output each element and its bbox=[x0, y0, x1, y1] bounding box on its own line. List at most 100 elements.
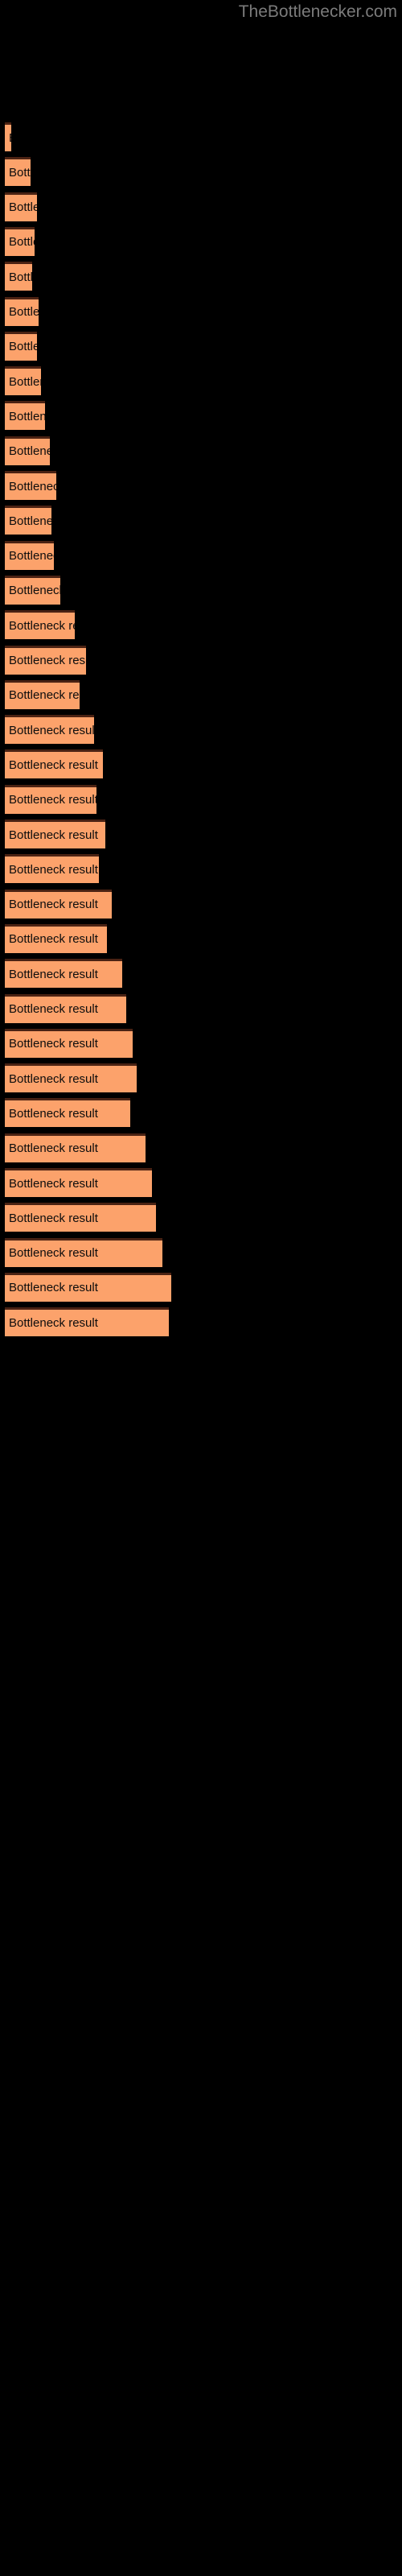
bar-27[interactable]: Bottleneck result bbox=[5, 1028, 133, 1058]
bar-label: Bottleneck result bbox=[9, 444, 50, 459]
bar-row: Bottleneck result bbox=[0, 506, 402, 535]
bar-label: Bottleneck result bbox=[9, 340, 37, 354]
bar-row: Bottleneck result bbox=[0, 1168, 402, 1197]
bar-label: Bottleneck result bbox=[9, 479, 56, 493]
bar-row: Bottleneck result bbox=[0, 1307, 402, 1337]
bar-33[interactable]: Bottleneck result bbox=[5, 1237, 162, 1267]
bar-34[interactable]: Bottleneck result bbox=[5, 1272, 171, 1302]
bar-label: Bottleneck result bbox=[9, 1106, 98, 1121]
bar-row: Bottleneck result bbox=[0, 226, 402, 256]
bar-1[interactable]: Bottleneck result bbox=[5, 122, 11, 151]
bar-8[interactable]: Bottleneck result bbox=[5, 366, 41, 396]
bar-row: Bottleneck result bbox=[0, 331, 402, 361]
bar-row: Bottleneck result bbox=[0, 157, 402, 187]
bar-label: Bottleneck result bbox=[9, 862, 98, 877]
bar-23[interactable]: Bottleneck result bbox=[5, 889, 112, 919]
bar-15[interactable]: Bottleneck result bbox=[5, 610, 75, 640]
bar-35[interactable]: Bottleneck result bbox=[5, 1307, 169, 1337]
bar-row: Bottleneck result bbox=[0, 366, 402, 396]
bar-row: Bottleneck result bbox=[0, 1133, 402, 1162]
bar-16[interactable]: Bottleneck result bbox=[5, 645, 86, 675]
bar-label: Bottleneck result bbox=[9, 1071, 98, 1086]
bar-row: Bottleneck result bbox=[0, 993, 402, 1023]
bar-3[interactable]: Bottleneck result bbox=[5, 192, 37, 221]
bar-13[interactable]: Bottleneck result bbox=[5, 540, 54, 570]
bar-label: Bottleneck result bbox=[9, 723, 94, 737]
bar-10[interactable]: Bottleneck result bbox=[5, 436, 50, 465]
bar-label: Bottleneck result bbox=[9, 1176, 98, 1191]
bar-label: Bottleneck result bbox=[9, 131, 11, 145]
bar-25[interactable]: Bottleneck result bbox=[5, 959, 122, 989]
bar-32[interactable]: Bottleneck result bbox=[5, 1203, 156, 1232]
bar-row: Bottleneck result bbox=[0, 889, 402, 919]
bar-6[interactable]: Bottleneck result bbox=[5, 296, 39, 326]
bar-label: Bottleneck result bbox=[9, 235, 35, 250]
bar-row: Bottleneck result bbox=[0, 1028, 402, 1058]
bar-row: Bottleneck result bbox=[0, 679, 402, 709]
bar-row: Bottleneck result bbox=[0, 1098, 402, 1128]
bar-label: Bottleneck result bbox=[9, 200, 37, 215]
bar-9[interactable]: Bottleneck result bbox=[5, 401, 45, 431]
bar-2[interactable]: Bottleneck result bbox=[5, 157, 31, 187]
bar-19[interactable]: Bottleneck result bbox=[5, 749, 103, 779]
bar-29[interactable]: Bottleneck result bbox=[5, 1098, 130, 1128]
bar-label: Bottleneck result bbox=[9, 688, 80, 703]
bar-row: Bottleneck result bbox=[0, 645, 402, 675]
bar-28[interactable]: Bottleneck result bbox=[5, 1063, 137, 1093]
bar-label: Bottleneck result bbox=[9, 514, 51, 528]
bar-label: Bottleneck result bbox=[9, 758, 98, 772]
bar-5[interactable]: Bottleneck result bbox=[5, 262, 32, 291]
bar-22[interactable]: Bottleneck result bbox=[5, 854, 99, 884]
bar-row: Bottleneck result bbox=[0, 296, 402, 326]
bar-row: Bottleneck result bbox=[0, 540, 402, 570]
bar-row: Bottleneck result bbox=[0, 1237, 402, 1267]
bar-label: Bottleneck result bbox=[9, 1211, 98, 1225]
bar-label: Bottleneck result bbox=[9, 305, 39, 319]
bar-row: Bottleneck result bbox=[0, 1272, 402, 1302]
bar-24[interactable]: Bottleneck result bbox=[5, 923, 107, 953]
bar-row: Bottleneck result bbox=[0, 436, 402, 465]
bar-row: Bottleneck result bbox=[0, 122, 402, 151]
bar-label: Bottleneck result bbox=[9, 584, 60, 598]
bar-row: Bottleneck result bbox=[0, 471, 402, 500]
bar-row: Bottleneck result bbox=[0, 959, 402, 989]
bar-row: Bottleneck result bbox=[0, 575, 402, 605]
bar-26[interactable]: Bottleneck result bbox=[5, 993, 126, 1023]
bar-label: Bottleneck result bbox=[9, 1002, 98, 1016]
bar-label: Bottleneck result bbox=[9, 932, 98, 947]
bar-label: Bottleneck result bbox=[9, 1281, 98, 1295]
bar-label: Bottleneck result bbox=[9, 549, 54, 564]
bottleneck-bar-chart: Bottleneck result Bottleneck result Bottle… bbox=[0, 0, 402, 2576]
bar-row: Bottleneck result bbox=[0, 749, 402, 779]
bar-label: Bottleneck result bbox=[9, 165, 31, 180]
bar-label: Bottleneck result bbox=[9, 270, 32, 284]
bar-21[interactable]: Bottleneck result bbox=[5, 819, 105, 848]
bar-label: Bottleneck result bbox=[9, 1246, 98, 1261]
bar-label: Bottleneck result bbox=[9, 793, 96, 807]
bar-14[interactable]: Bottleneck result bbox=[5, 575, 60, 605]
bar-row: Bottleneck result bbox=[0, 1203, 402, 1232]
bar-label: Bottleneck result bbox=[9, 1315, 98, 1330]
bar-label: Bottleneck result bbox=[9, 898, 98, 912]
bar-label: Bottleneck result bbox=[9, 409, 45, 423]
bar-label: Bottleneck result bbox=[9, 374, 41, 389]
bar-row: Bottleneck result bbox=[0, 854, 402, 884]
bar-31[interactable]: Bottleneck result bbox=[5, 1168, 152, 1197]
bar-7[interactable]: Bottleneck result bbox=[5, 331, 37, 361]
bar-12[interactable]: Bottleneck result bbox=[5, 506, 51, 535]
bar-30[interactable]: Bottleneck result bbox=[5, 1133, 146, 1162]
bar-4[interactable]: Bottleneck result bbox=[5, 226, 35, 256]
bar-row: Bottleneck result bbox=[0, 401, 402, 431]
bar-label: Bottleneck result bbox=[9, 1141, 98, 1156]
bar-label: Bottleneck result bbox=[9, 618, 75, 633]
bar-20[interactable]: Bottleneck result bbox=[5, 784, 96, 814]
bar-label: Bottleneck result bbox=[9, 828, 98, 842]
bar-label: Bottleneck result bbox=[9, 967, 98, 981]
bar-row: Bottleneck result bbox=[0, 923, 402, 953]
bar-18[interactable]: Bottleneck result bbox=[5, 715, 94, 745]
bar-row: Bottleneck result bbox=[0, 1063, 402, 1093]
bar-11[interactable]: Bottleneck result bbox=[5, 471, 56, 500]
bar-row: Bottleneck result bbox=[0, 819, 402, 848]
bar-row: Bottleneck result bbox=[0, 610, 402, 640]
bar-17[interactable]: Bottleneck result bbox=[5, 679, 80, 709]
